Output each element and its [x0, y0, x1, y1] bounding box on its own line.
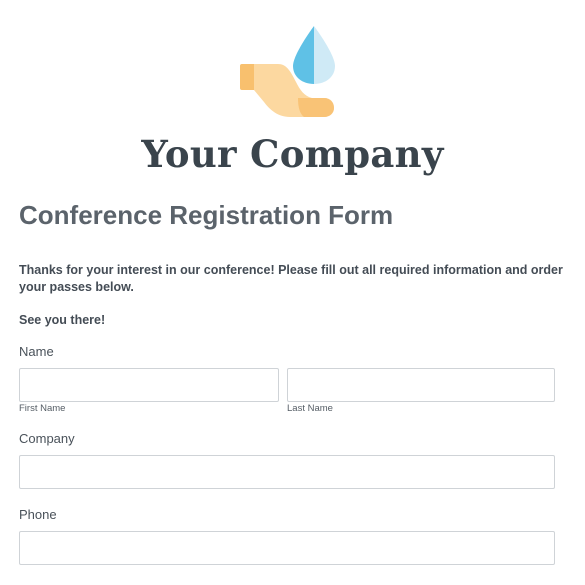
company-name: Your Company	[141, 132, 444, 176]
form-title: Conference Registration Form	[19, 200, 394, 230]
company-logo	[238, 24, 338, 120]
last-name-input[interactable]	[287, 368, 555, 402]
phone-input[interactable]	[19, 531, 555, 565]
last-name-sublabel: Last Name	[287, 403, 333, 414]
hand-thumb	[298, 98, 334, 117]
phone-label: Phone	[19, 507, 57, 522]
closing-text: See you there!	[19, 313, 106, 327]
drop-left-half	[293, 26, 314, 84]
drop-right-half	[314, 26, 335, 84]
company-label: Company	[19, 431, 75, 446]
name-label: Name	[19, 344, 54, 359]
intro-text: Thanks for your interest in our conferen…	[19, 263, 563, 294]
hand-water-drop-icon	[240, 26, 335, 117]
first-name-sublabel: First Name	[19, 403, 66, 414]
first-name-input[interactable]	[19, 368, 279, 402]
company-input[interactable]	[19, 455, 555, 489]
